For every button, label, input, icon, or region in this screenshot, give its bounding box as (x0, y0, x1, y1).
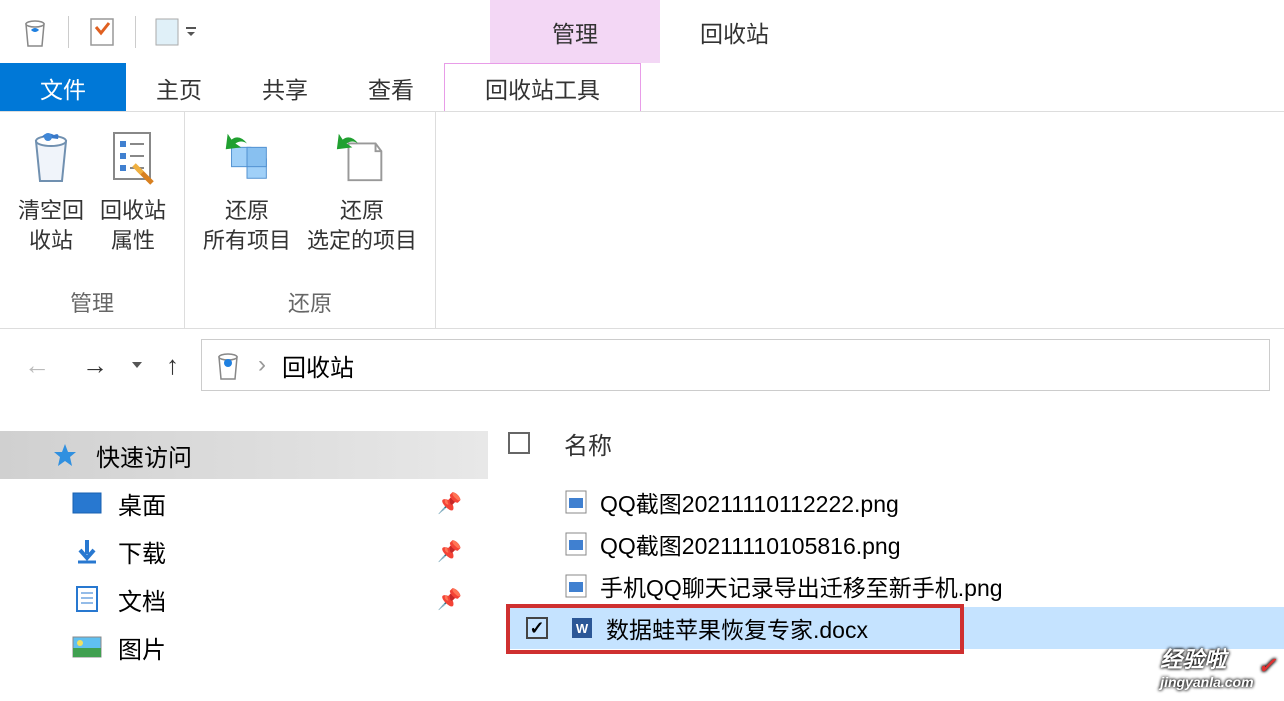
separator (135, 16, 136, 48)
properties-icon[interactable] (87, 17, 117, 47)
download-icon (72, 538, 102, 564)
navigation-pane: 快速访问 桌面 📌 下载 📌 文档 📌 图片 (0, 401, 488, 701)
file-row[interactable]: QQ截图20211110112222.png (508, 481, 1284, 523)
desktop-item[interactable]: 桌面 📌 (0, 479, 488, 527)
file-row[interactable]: QQ截图20211110105816.png (508, 523, 1284, 565)
chevron-down-icon (182, 23, 200, 41)
address-bar[interactable]: › 回收站 (201, 339, 1270, 391)
breadcrumb-separator: › (258, 351, 266, 379)
quick-access-item[interactable]: 快速访问 (0, 431, 488, 479)
pin-icon: 📌 (437, 491, 462, 516)
forward-button[interactable]: → (72, 344, 118, 387)
word-file-icon: W (570, 616, 594, 640)
downloads-item[interactable]: 下载 📌 (0, 527, 488, 575)
desktop-icon (72, 490, 102, 516)
file-checkbox[interactable] (526, 617, 548, 639)
pin-icon: 📌 (437, 587, 462, 612)
file-name: QQ截图20211110112222.png (600, 485, 899, 519)
ribbon-group-label: 还原 (185, 280, 435, 324)
breadcrumb-location[interactable]: 回收站 (282, 348, 354, 383)
star-icon (50, 442, 80, 468)
context-tab-manage[interactable]: 管理 (490, 0, 660, 63)
window-title: 回收站 (700, 15, 769, 49)
tab-view[interactable]: 查看 (338, 63, 444, 111)
ribbon-tabs: 文件 主页 共享 查看 回收站工具 (0, 63, 1284, 111)
select-all-checkbox[interactable] (508, 432, 530, 454)
file-name: 手机QQ聊天记录导出迁移至新手机.png (600, 569, 1003, 603)
file-name: 数据蛙苹果恢复专家.docx (606, 611, 868, 645)
pictures-item[interactable]: 图片 (0, 623, 488, 671)
restore-all-icon (218, 128, 276, 186)
empty-recycle-bin-button[interactable]: 清空回 收站 (10, 118, 92, 280)
picture-icon (72, 634, 102, 660)
recycle-bin-properties-button[interactable]: 回收站 属性 (92, 118, 174, 280)
check-icon: ✓ (1258, 653, 1276, 679)
navigation-bar: ← → ↑ › 回收站 (0, 329, 1284, 401)
qat-dropdown[interactable] (154, 17, 200, 47)
ribbon-group-label: 管理 (0, 280, 184, 324)
tab-recycle-tools[interactable]: 回收站工具 (444, 63, 641, 111)
up-button[interactable]: ↑ (156, 344, 189, 387)
file-row[interactable]: 手机QQ聊天记录导出迁移至新手机.png (508, 565, 1284, 607)
restore-selected-icon (333, 128, 391, 186)
image-file-icon (564, 532, 588, 556)
document-icon (72, 586, 102, 612)
ribbon-group-manage: 清空回 收站 回收站 属性 管理 (0, 112, 185, 328)
recycle-bin-full-icon (22, 128, 80, 186)
properties-list-icon (104, 128, 162, 186)
history-dropdown-icon[interactable] (130, 358, 144, 372)
restore-selected-button[interactable]: 还原 选定的项目 (299, 118, 425, 280)
content-area: 快速访问 桌面 📌 下载 📌 文档 📌 图片 名称 Q (0, 401, 1284, 701)
title-bar: 管理 回收站 (0, 0, 1284, 63)
ribbon-group-restore: 还原 所有项目 还原 选定的项目 还原 (185, 112, 436, 328)
image-file-icon (564, 574, 588, 598)
back-button[interactable]: ← (14, 344, 60, 387)
documents-item[interactable]: 文档 📌 (0, 575, 488, 623)
recycle-bin-icon (214, 349, 242, 381)
tab-share[interactable]: 共享 (232, 63, 338, 111)
ribbon: 清空回 收站 回收站 属性 管理 还原 所有项目 还原 (0, 111, 1284, 329)
file-name: QQ截图20211110105816.png (600, 527, 901, 561)
svg-text:W: W (576, 621, 589, 636)
tab-home[interactable]: 主页 (126, 63, 232, 111)
recycle-bin-icon[interactable] (20, 17, 50, 47)
restore-all-button[interactable]: 还原 所有项目 (195, 118, 299, 280)
tab-file[interactable]: 文件 (0, 63, 126, 111)
image-file-icon (564, 490, 588, 514)
pin-icon: 📌 (437, 539, 462, 564)
column-name[interactable]: 名称 (564, 426, 612, 461)
column-header[interactable]: 名称 (508, 421, 1284, 465)
watermark: 经验啦 jingyanla.com ✓ (1160, 642, 1276, 690)
separator (68, 16, 69, 48)
quick-access-toolbar (0, 16, 200, 48)
